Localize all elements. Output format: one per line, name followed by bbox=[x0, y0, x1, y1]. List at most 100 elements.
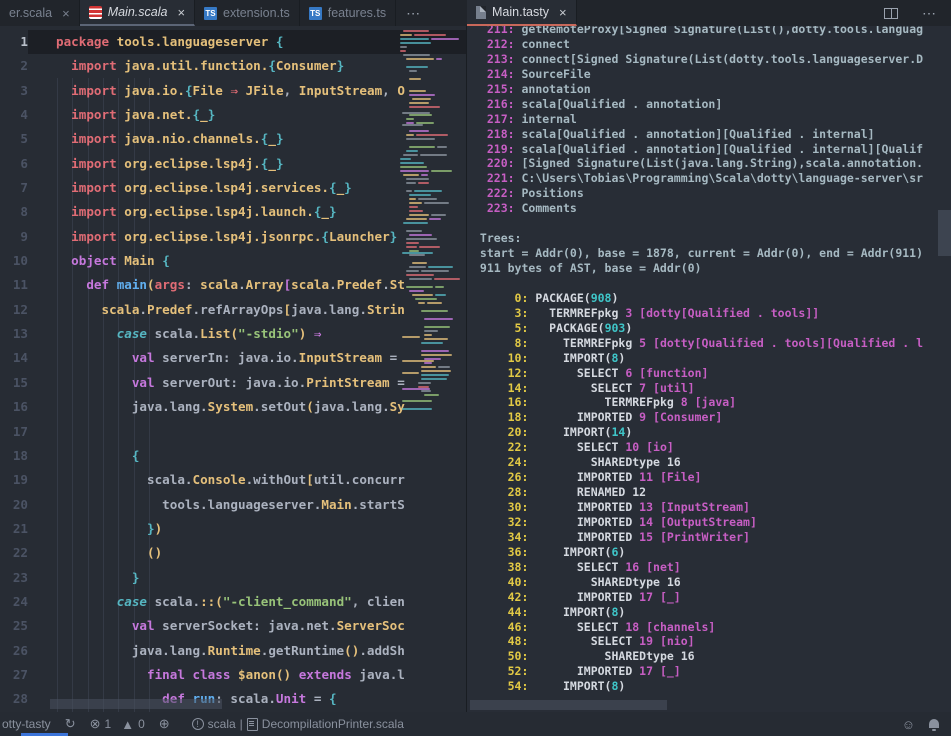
code-line[interactable]: 12 scala.Predef.refArrayOps[java.lang.St… bbox=[0, 298, 466, 322]
feedback-button[interactable]: ☺ bbox=[895, 712, 922, 736]
code-line[interactable]: 27 final class $anon() extends java.l bbox=[0, 663, 466, 687]
tasty-line: 214: SourceFile bbox=[473, 67, 923, 82]
left-editor-group-tabs: er.scala × Main.scala × TS extension.ts … bbox=[0, 0, 466, 26]
code-line[interactable]: 23 } bbox=[0, 566, 466, 590]
line-number: 13 bbox=[0, 322, 28, 346]
vertical-scrollbar[interactable] bbox=[938, 210, 951, 256]
more-tabs-button[interactable]: ⋯ bbox=[396, 0, 431, 26]
tasty-line bbox=[473, 276, 923, 291]
close-icon[interactable]: × bbox=[62, 6, 70, 21]
code-line[interactable]: 3 import java.io.{File ⇒ JFile, InputStr… bbox=[0, 79, 466, 103]
tab-label: features.ts bbox=[328, 6, 386, 20]
code-line[interactable]: 1package tools.languageserver { bbox=[0, 30, 466, 54]
code-line[interactable]: 16 java.lang.System.setOut(java.lang.Sy bbox=[0, 395, 466, 419]
tasty-line: 24: SHAREDtype 16 bbox=[473, 455, 923, 470]
tasty-line: 30: IMPORTED 13 [InputStream] bbox=[473, 500, 923, 515]
line-number: 1 bbox=[0, 30, 28, 54]
line-number: 22 bbox=[0, 541, 28, 565]
tab-bar: er.scala × Main.scala × TS extension.ts … bbox=[0, 0, 951, 26]
split-editor-icon[interactable] bbox=[884, 8, 898, 19]
line-number: 4 bbox=[0, 103, 28, 127]
tab-features-ts[interactable]: TS features.ts bbox=[300, 0, 396, 26]
live-share-button[interactable]: ⊕ bbox=[152, 712, 177, 736]
editor-area: 1package tools.languageserver {2 import … bbox=[0, 26, 951, 712]
tasty-line: 216: scala[Qualified . annotation] bbox=[473, 97, 923, 112]
code-line[interactable]: 24 case scala.::("-client_command", clie… bbox=[0, 590, 466, 614]
tasty-line: 8: TERMREFpkg 5 [dotty[Qualified . tools… bbox=[473, 336, 923, 351]
editor-actions-button[interactable]: ⋯ bbox=[912, 0, 951, 26]
tab-main-tasty[interactable]: Main.tasty × bbox=[467, 0, 577, 26]
code-line[interactable]: 4 import java.net.{_} bbox=[0, 103, 466, 127]
separator: | bbox=[240, 717, 243, 731]
code-line[interactable]: 6 import org.eclipse.lsp4j.{_} bbox=[0, 152, 466, 176]
tasty-line: 5: PACKAGE(903) bbox=[473, 321, 923, 336]
tasty-line: 223: Comments bbox=[473, 201, 923, 216]
line-number: 14 bbox=[0, 346, 28, 370]
code-line[interactable]: 2 import java.util.function.{Consumer} bbox=[0, 54, 466, 78]
tasty-line: 52: IMPORTED 17 [_] bbox=[473, 664, 923, 679]
line-number: 11 bbox=[0, 273, 28, 297]
code-line[interactable]: 22 () bbox=[0, 541, 466, 565]
editor-pane-main-scala[interactable]: 1package tools.languageserver {2 import … bbox=[0, 26, 466, 712]
code-line[interactable]: 9 import org.eclipse.lsp4j.jsonrpc.{Laun… bbox=[0, 225, 466, 249]
tab-er-scala[interactable]: er.scala × bbox=[0, 0, 80, 26]
notifications-button[interactable] bbox=[922, 712, 951, 736]
scala-code[interactable]: 1package tools.languageserver {2 import … bbox=[0, 30, 466, 712]
code-line[interactable]: 18 { bbox=[0, 444, 466, 468]
globe-icon: ⊕ bbox=[159, 716, 170, 732]
tasty-line: 26: IMPORTED 11 [File] bbox=[473, 470, 923, 485]
code-line[interactable]: 11 def main(args: scala.Array[scala.Pred… bbox=[0, 273, 466, 297]
code-line[interactable]: 26 java.lang.Runtime.getRuntime().addSh bbox=[0, 639, 466, 663]
tasty-line: start = Addr(0), base = 1878, current = … bbox=[473, 246, 923, 261]
tasty-line: 10: IMPORT(8) bbox=[473, 351, 923, 366]
typescript-file-icon: TS bbox=[204, 7, 217, 20]
code-line[interactable]: 20 tools.languageserver.Main.startS bbox=[0, 493, 466, 517]
tasty-line: 219: scala[Qualified . annotation][Quali… bbox=[473, 142, 923, 157]
close-icon[interactable]: × bbox=[559, 5, 567, 20]
vscode-window: er.scala × Main.scala × TS extension.ts … bbox=[0, 0, 951, 736]
code-line[interactable]: 17 bbox=[0, 420, 466, 444]
close-icon[interactable]: × bbox=[177, 5, 185, 20]
line-number: 3 bbox=[0, 79, 28, 103]
code-line[interactable]: 14 val serverIn: java.io.InputStream = bbox=[0, 346, 466, 370]
tasty-line: 34: IMPORTED 15 [PrintWriter] bbox=[473, 530, 923, 545]
tasty-line: 50: SHAREDtype 16 bbox=[473, 649, 923, 664]
minimap[interactable] bbox=[400, 30, 462, 690]
code-line[interactable]: 7 import org.eclipse.lsp4j.services.{_} bbox=[0, 176, 466, 200]
line-number: 7 bbox=[0, 176, 28, 200]
error-count: 1 bbox=[105, 717, 112, 731]
horizontal-scrollbar[interactable] bbox=[50, 699, 222, 709]
line-number: 9 bbox=[0, 225, 28, 249]
tasty-line: 20: IMPORT(14) bbox=[473, 425, 923, 440]
tab-label: extension.ts bbox=[223, 6, 290, 20]
code-line[interactable]: 15 val serverOut: java.io.PrintStream = bbox=[0, 371, 466, 395]
tab-extension-ts[interactable]: TS extension.ts bbox=[195, 0, 300, 26]
code-line[interactable]: 10 object Main { bbox=[0, 249, 466, 273]
code-line[interactable]: 19 scala.Console.withOut[util.concurr bbox=[0, 468, 466, 492]
tab-main-scala[interactable]: Main.scala × bbox=[80, 0, 195, 26]
code-line[interactable]: 5 import java.nio.channels.{_} bbox=[0, 127, 466, 151]
editor-pane-main-tasty[interactable]: 211: getRemoteProxy[Signed Signature(Lis… bbox=[467, 26, 951, 712]
tasty-line: 14: SELECT 7 [util] bbox=[473, 381, 923, 396]
line-number: 18 bbox=[0, 444, 28, 468]
language-mode-item[interactable]: ! scala | DecompilationPrinter.scala bbox=[185, 712, 411, 736]
line-number: 17 bbox=[0, 420, 28, 444]
line-number: 19 bbox=[0, 468, 28, 492]
tasty-line: 0: PACKAGE(908) bbox=[473, 291, 923, 306]
code-line[interactable]: 8 import org.eclipse.lsp4j.launch.{_} bbox=[0, 200, 466, 224]
horizontal-scrollbar[interactable] bbox=[470, 700, 667, 710]
line-number: 21 bbox=[0, 517, 28, 541]
line-number: 20 bbox=[0, 493, 28, 517]
tasty-output[interactable]: 211: getRemoteProxy[Signed Signature(Lis… bbox=[473, 26, 923, 694]
warning-icon: ▲ bbox=[121, 717, 134, 732]
tasty-line: 54: IMPORT(8) bbox=[473, 679, 923, 694]
tasty-line: 221: C:\Users\Tobias\Programming\Scala\d… bbox=[473, 171, 923, 186]
problems-item[interactable]: ⊗ 1 ▲ 0 bbox=[83, 712, 152, 736]
tasty-line: 16: TERMREFpkg 8 [java] bbox=[473, 395, 923, 410]
tasty-line: 218: scala[Qualified . annotation][Quali… bbox=[473, 127, 923, 142]
tasty-line: 28: RENAMED 12 bbox=[473, 485, 923, 500]
code-line[interactable]: 25 val serverSocket: java.net.ServerSoc bbox=[0, 614, 466, 638]
code-line[interactable]: 13 case scala.List("-stdio") ⇒ bbox=[0, 322, 466, 346]
code-line[interactable]: 21 }) bbox=[0, 517, 466, 541]
tasty-line: 22: SELECT 10 [io] bbox=[473, 440, 923, 455]
